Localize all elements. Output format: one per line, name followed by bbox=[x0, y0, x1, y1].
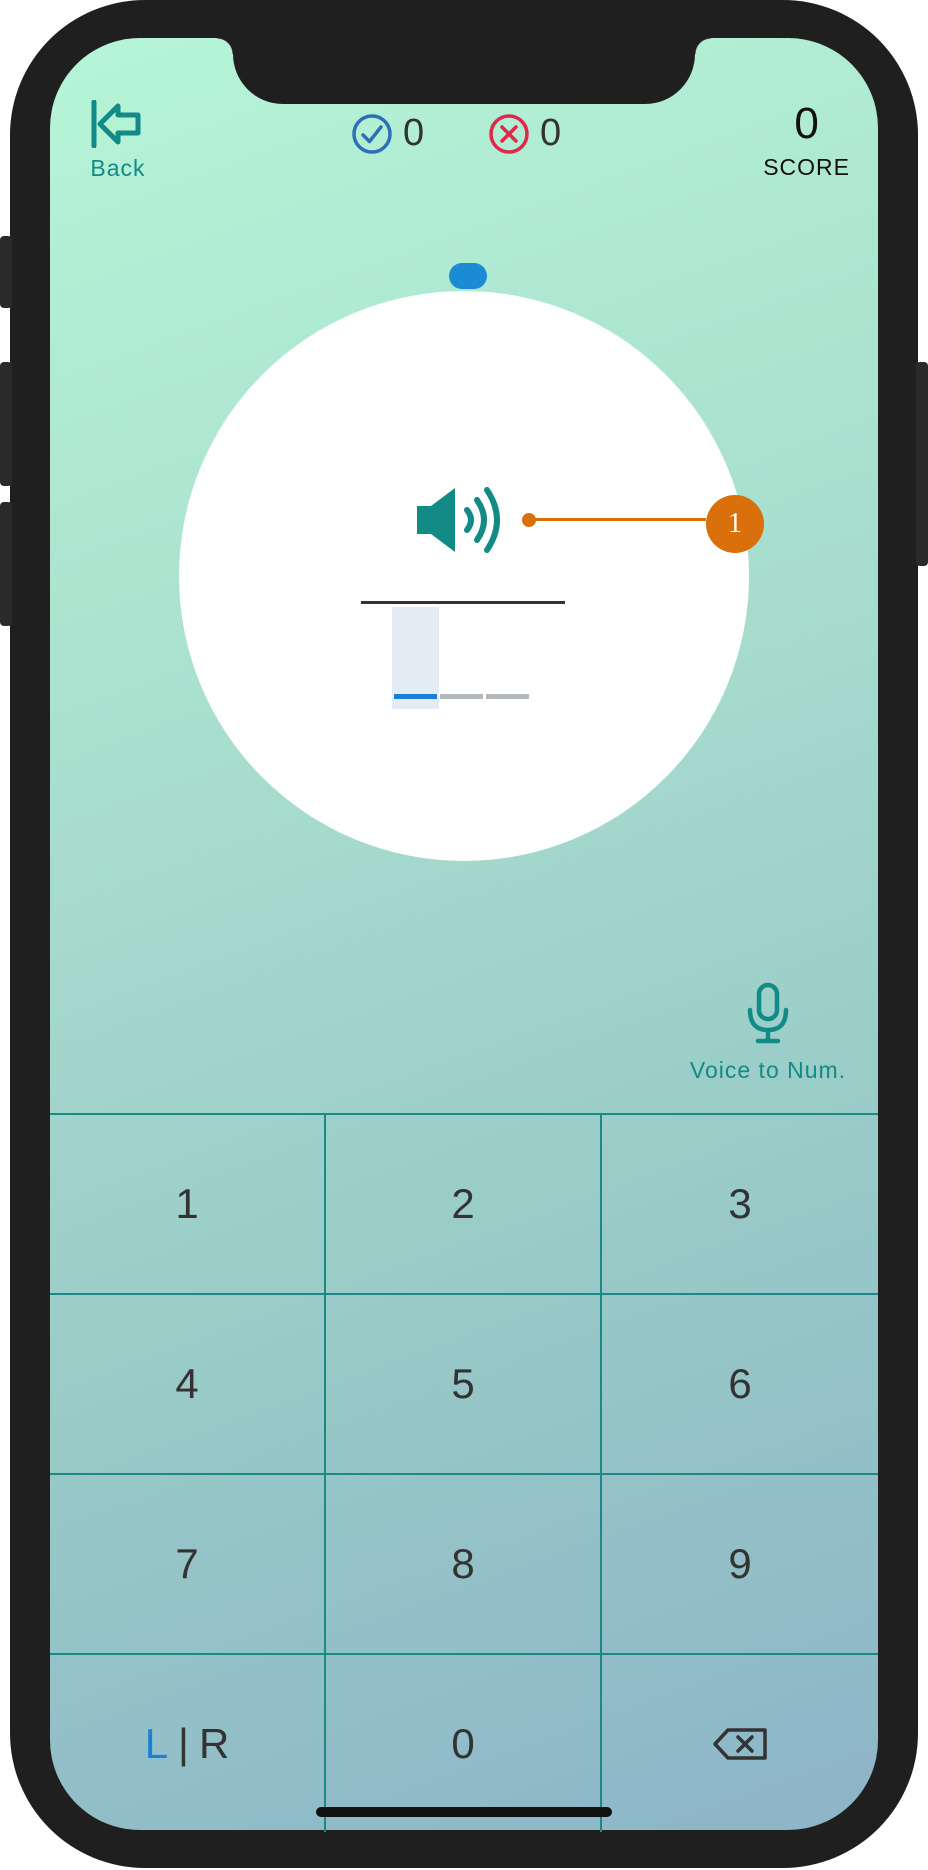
backspace-icon bbox=[713, 1727, 767, 1760]
back-arrow-icon bbox=[91, 99, 141, 149]
power-button bbox=[916, 362, 928, 566]
wrong-count: 0 bbox=[540, 112, 562, 154]
callout-anchor-dot bbox=[522, 513, 536, 527]
left-label: L bbox=[144, 1719, 169, 1767]
digit-slot bbox=[440, 694, 483, 699]
key-5[interactable]: 5 bbox=[326, 1295, 602, 1475]
microphone-icon bbox=[747, 982, 789, 1044]
answer-circle bbox=[179, 291, 749, 861]
volume-down-button bbox=[0, 502, 12, 626]
progress-indicator-dot bbox=[449, 263, 487, 289]
check-circle-icon bbox=[352, 113, 392, 154]
backspace-key[interactable] bbox=[602, 1655, 878, 1832]
key-6[interactable]: 6 bbox=[602, 1295, 878, 1475]
key-3[interactable]: 3 bbox=[602, 1115, 878, 1295]
number-keypad: 1 2 3 4 5 6 7 8 9 L | R 0 bbox=[50, 1113, 878, 1832]
x-circle-icon bbox=[489, 113, 529, 154]
voice-to-num-button[interactable]: Voice to Num. bbox=[688, 982, 848, 1084]
callout-line bbox=[531, 518, 706, 521]
answer-underline bbox=[361, 601, 565, 604]
correct-count: 0 bbox=[403, 112, 425, 154]
wrong-counter: 0 bbox=[488, 112, 561, 155]
score-label: SCORE bbox=[763, 154, 850, 180]
key-4[interactable]: 4 bbox=[50, 1295, 326, 1475]
speaker-icon bbox=[417, 487, 500, 553]
right-label: R bbox=[198, 1719, 230, 1767]
volume-up-button bbox=[0, 362, 12, 486]
score-display: 0 SCORE bbox=[763, 102, 850, 181]
key-1[interactable]: 1 bbox=[50, 1115, 326, 1295]
voice-to-num-label: Voice to Num. bbox=[689, 1057, 847, 1083]
lr-separator: | bbox=[178, 1719, 189, 1767]
back-label: Back bbox=[90, 155, 146, 181]
notch bbox=[217, 38, 711, 104]
correct-counter: 0 bbox=[351, 112, 424, 155]
mute-switch bbox=[0, 236, 12, 308]
play-sound-button[interactable] bbox=[415, 480, 511, 565]
digit-slot-active bbox=[394, 694, 437, 699]
back-button[interactable]: Back bbox=[80, 99, 156, 182]
home-indicator bbox=[316, 1807, 612, 1817]
score-value: 0 bbox=[794, 99, 819, 148]
key-9[interactable]: 9 bbox=[602, 1475, 878, 1655]
key-2[interactable]: 2 bbox=[326, 1115, 602, 1295]
callout-badge: 1 bbox=[706, 495, 764, 553]
key-8[interactable]: 8 bbox=[326, 1475, 602, 1655]
key-7[interactable]: 7 bbox=[50, 1475, 326, 1655]
key-0[interactable]: 0 bbox=[326, 1655, 602, 1832]
digit-slot bbox=[486, 694, 529, 699]
left-right-toggle-key[interactable]: L | R bbox=[50, 1655, 326, 1832]
